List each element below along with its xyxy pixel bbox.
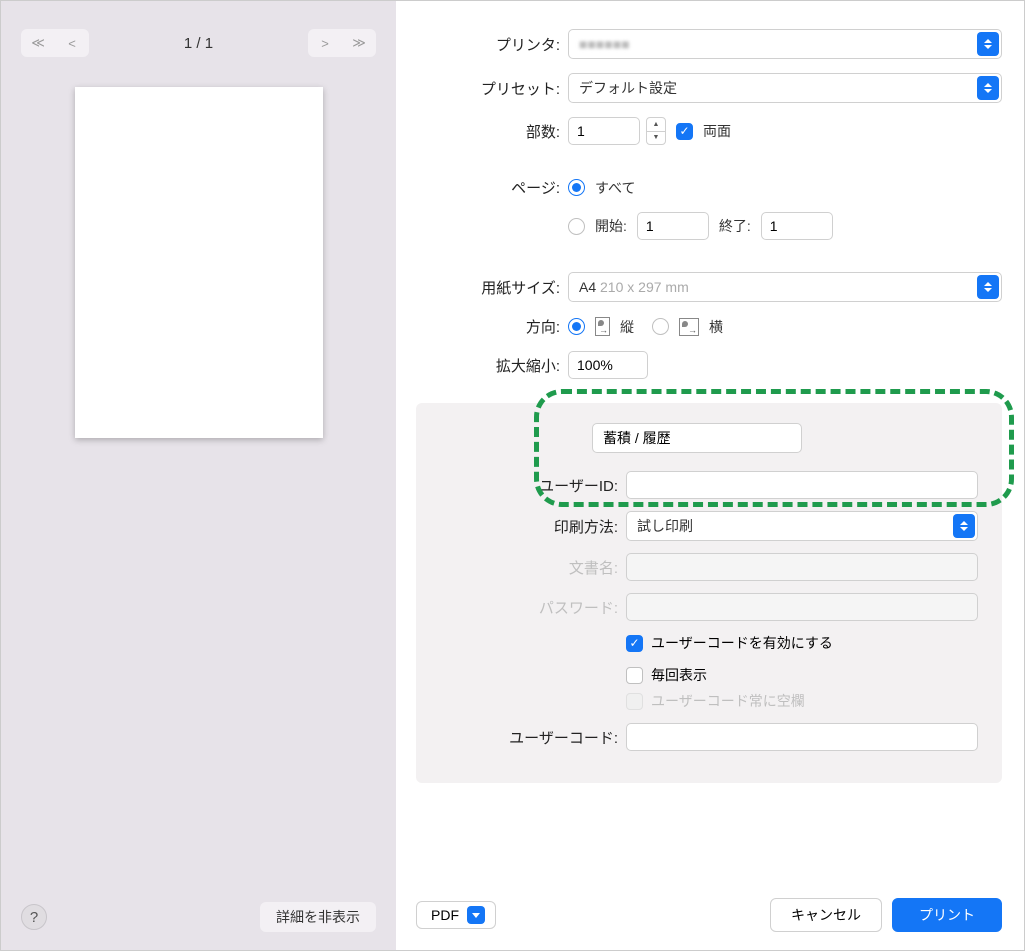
chevron-updown-icon <box>953 514 975 538</box>
page-indicator: 1 / 1 <box>184 35 213 52</box>
page-end-input[interactable] <box>761 212 833 240</box>
hide-details-button[interactable]: 詳細を非表示 <box>260 902 376 932</box>
user-code-input[interactable] <box>626 723 978 751</box>
copies-label: 部数: <box>396 121 568 142</box>
pdf-menu-button[interactable]: PDF <box>416 901 496 929</box>
page-start-input[interactable] <box>637 212 709 240</box>
printer-select[interactable]: ■■■■■■ <box>568 29 1002 59</box>
page-preview <box>75 87 323 438</box>
duplex-checkbox[interactable]: ✓ <box>676 123 693 140</box>
printer-label: プリンタ: <box>396 34 568 55</box>
copies-stepper[interactable]: ▲▼ <box>646 117 666 145</box>
last-page-button[interactable]: ≫ <box>342 29 376 57</box>
chevron-updown-icon <box>977 32 999 56</box>
copies-input[interactable] <box>568 117 640 145</box>
help-button[interactable]: ? <box>21 904 47 930</box>
bottom-bar: PDF キャンセル プリント <box>416 880 1002 932</box>
print-button[interactable]: プリント <box>892 898 1002 932</box>
doc-name-label: 文書名: <box>416 557 626 578</box>
cancel-button[interactable]: キャンセル <box>770 898 882 932</box>
pages-label: ページ: <box>396 177 568 198</box>
chevron-updown-icon <box>977 275 999 299</box>
print-options-panel: 蓄積 / 履歴 ユーザーID: 印刷方法: 試し印刷 文書名: <box>416 403 1002 783</box>
next-page-button[interactable]: > <box>308 29 342 57</box>
page-nav-next-group: > ≫ <box>308 29 376 57</box>
pages-range-radio[interactable] <box>568 218 585 235</box>
scale-label: 拡大縮小: <box>396 355 568 376</box>
print-method-select[interactable]: 試し印刷 <box>626 511 978 541</box>
show-everytime-checkbox[interactable] <box>626 667 643 684</box>
page-nav-prev-group: ≪ < <box>21 29 89 57</box>
paper-size-label: 用紙サイズ: <box>396 277 568 298</box>
chevron-updown-icon <box>671 430 687 446</box>
preset-label: プリセット: <box>396 78 568 99</box>
preset-select[interactable]: デフォルト設定 <box>568 73 1002 103</box>
enable-usercode-checkbox[interactable]: ✓ <box>626 635 643 652</box>
user-id-input[interactable] <box>626 471 978 499</box>
print-dialog: ≪ < 1 / 1 > ≫ ? 詳細を非表示 プリンタ: ■■■■■■ <box>0 0 1025 951</box>
paper-size-select[interactable]: A4 210 x 297 mm <box>568 272 1002 302</box>
section-select[interactable]: 蓄積 / 履歴 <box>592 423 802 453</box>
duplex-label: 両面 <box>703 121 731 141</box>
preview-pane: ≪ < 1 / 1 > ≫ ? 詳細を非表示 <box>1 1 396 950</box>
landscape-radio[interactable] <box>652 318 669 335</box>
print-method-label: 印刷方法: <box>416 516 626 537</box>
first-page-button[interactable]: ≪ <box>21 29 55 57</box>
password-label: パスワード: <box>416 597 626 618</box>
chevron-down-icon <box>467 906 485 924</box>
user-code-label: ユーザーコード: <box>416 727 626 748</box>
scale-input[interactable] <box>568 351 648 379</box>
portrait-radio[interactable] <box>568 318 585 335</box>
settings-pane: プリンタ: ■■■■■■ プリセット: デフォルト設定 部数: ▲▼ <box>396 1 1024 950</box>
doc-name-input <box>626 553 978 581</box>
pages-all-radio[interactable] <box>568 179 585 196</box>
password-input <box>626 593 978 621</box>
portrait-icon <box>595 317 610 336</box>
chevron-updown-icon <box>977 76 999 100</box>
landscape-icon <box>679 318 699 336</box>
usercode-blank-checkbox <box>626 693 643 710</box>
orientation-label: 方向: <box>396 316 568 337</box>
user-id-label: ユーザーID: <box>416 475 626 496</box>
prev-page-button[interactable]: < <box>55 29 89 57</box>
